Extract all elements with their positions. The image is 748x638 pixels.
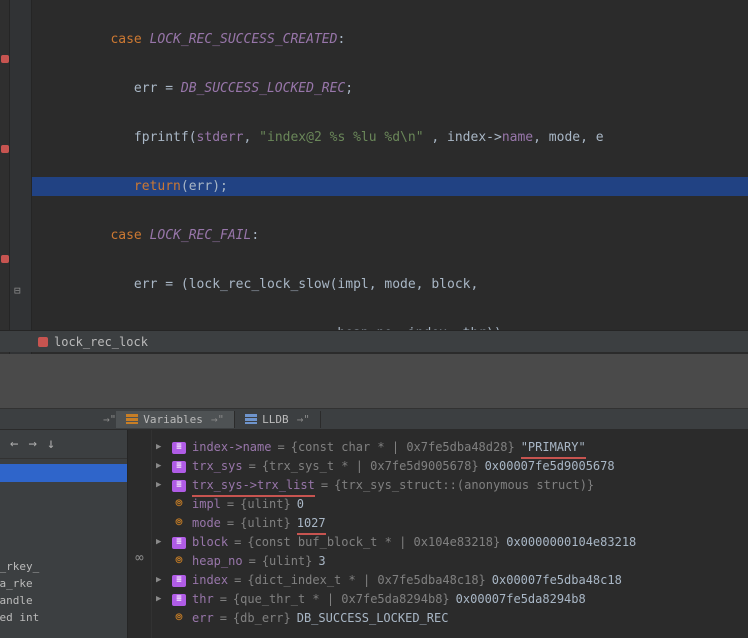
expand-icon[interactable]: ▶ — [156, 571, 166, 590]
watch-icon: ≡ — [172, 442, 186, 454]
pin-icon[interactable]: →" — [211, 413, 224, 426]
struct-icon: ≡ — [172, 594, 186, 606]
code-line: case LOCK_REC_FAIL: — [32, 226, 748, 245]
var-value: 0 — [297, 495, 304, 514]
variables-view: ∞ ▶ ≡ index->name = {const char * | 0x7f… — [128, 430, 748, 638]
debugger-tab-bar: →" Variables →" LLDB →" — [0, 408, 748, 430]
variables-side-icons: ∞ — [128, 430, 152, 638]
frame-nav-bar: ← → ↓ — [0, 430, 127, 459]
code-line: fprintf(stderr, "index@2 %s %lu %d\n" , … — [32, 128, 748, 147]
editor-area: ⊟ case LOCK_REC_SUCCESS_CREATED: err = D… — [0, 0, 748, 355]
code-line-selected: return(err); — [32, 177, 748, 196]
local-icon: ⦾ — [172, 499, 186, 511]
var-index[interactable]: ▶ ≡ index = {dict_index_t * | 0x7fe5dba4… — [156, 571, 744, 590]
nav-next-icon[interactable]: → — [28, 436, 36, 452]
pin-icon[interactable]: →" — [297, 413, 310, 426]
var-value: DB_SUCCESS_LOCKED_REC — [297, 609, 449, 628]
var-block[interactable]: ▶ ≡ block = {const buf_block_t * | 0x104… — [156, 533, 744, 552]
var-trx-sys-trx-list[interactable]: ▶ ≡ trx_sys->trx_list = {trx_sys_struct:… — [156, 476, 744, 495]
pin-arrow-icon[interactable]: →" — [103, 413, 116, 426]
local-icon: ⦾ — [172, 556, 186, 568]
nav-down-icon[interactable]: ↓ — [47, 436, 55, 452]
tab-label: Variables — [143, 413, 203, 426]
struct-icon: ≡ — [172, 575, 186, 587]
var-value: 0x00007fe5d9005678 — [485, 457, 615, 476]
expand-icon[interactable]: ▶ — [156, 438, 166, 457]
code-line: err = (lock_rec_lock_slow(impl, mode, bl… — [32, 275, 748, 294]
watch-icon: ≡ — [172, 461, 186, 473]
frame-selected[interactable] — [0, 464, 127, 482]
splitter[interactable] — [0, 354, 748, 408]
expand-icon[interactable]: ▶ — [156, 476, 166, 495]
expand-icon[interactable]: ▶ — [156, 533, 166, 552]
var-trx-sys[interactable]: ▶ ≡ trx_sys = {trx_sys_t * | 0x7fe5d9005… — [156, 457, 744, 476]
code-line: err = DB_SUCCESS_LOCKED_REC; — [32, 79, 748, 98]
debugger-panel: ← → ↓ gned int, ha_rkey_ gned long, ha_r… — [0, 430, 748, 638]
var-value: 3 — [318, 552, 325, 571]
expand-icon[interactable]: ▶ — [156, 457, 166, 476]
file-tab-label: lock_rec_lock — [54, 335, 148, 349]
var-value: 0x0000000104e83218 — [506, 533, 636, 552]
var-impl[interactable]: ⦾ impl = {ulint} 0 — [156, 495, 744, 514]
var-value: "PRIMARY" — [521, 438, 586, 457]
gutter: ⊟ — [10, 0, 32, 355]
code-line: case LOCK_REC_SUCCESS_CREATED: — [32, 30, 748, 49]
error-mark-icon — [1, 255, 9, 263]
fold-icon[interactable]: ⊟ — [14, 284, 26, 296]
variables-icon — [126, 414, 138, 424]
watch-icon: ≡ — [172, 480, 186, 492]
var-value: 0x00007fe5dba48c18 — [492, 571, 622, 590]
code-editor[interactable]: case LOCK_REC_SUCCESS_CREATED: err = DB_… — [32, 0, 748, 355]
local-icon: ⦾ — [172, 613, 186, 625]
error-stripe — [0, 0, 10, 355]
struct-icon: ≡ — [172, 537, 186, 549]
error-mark-icon — [1, 145, 9, 153]
var-heap-no[interactable]: ⦾ heap_no = {ulint} 3 — [156, 552, 744, 571]
frames-list: gned int, ha_rkey_ gned long, ha_rke ool… — [0, 558, 123, 626]
frame-item[interactable]: gned long, ha_rke — [0, 575, 123, 592]
var-index-name[interactable]: ▶ ≡ index->name = {const char * | 0x7fe5… — [156, 438, 744, 457]
frame-item[interactable]: gned int, ha_rkey_ — [0, 558, 123, 575]
frame-item[interactable]: nge*, unsigned int — [0, 609, 123, 626]
frame-item[interactable]: ool, bool) handle — [0, 592, 123, 609]
file-tab-lock-rec-lock[interactable]: lock_rec_lock — [28, 333, 158, 351]
frames-panel[interactable]: ← → ↓ gned int, ha_rkey_ gned long, ha_r… — [0, 430, 128, 638]
nav-prev-icon[interactable]: ← — [10, 436, 18, 452]
tab-label: LLDB — [262, 413, 289, 426]
var-err[interactable]: ⦾ err = {db_err} DB_SUCCESS_LOCKED_REC — [156, 609, 744, 628]
var-value: 0x00007fe5da8294b8 — [456, 590, 586, 609]
tab-lldb[interactable]: LLDB →" — [235, 411, 321, 428]
expand-icon[interactable]: ▶ — [156, 590, 166, 609]
tab-variables[interactable]: Variables →" — [116, 411, 235, 428]
error-mark-icon — [1, 55, 9, 63]
lldb-icon — [245, 414, 257, 424]
c-file-icon — [38, 337, 48, 347]
var-mode[interactable]: ⦾ mode = {ulint} 1027 — [156, 514, 744, 533]
variables-tree[interactable]: ▶ ≡ index->name = {const char * | 0x7fe5… — [152, 430, 748, 638]
link-icon[interactable]: ∞ — [128, 550, 151, 566]
var-value: 1027 — [297, 514, 326, 533]
local-icon: ⦾ — [172, 518, 186, 530]
var-thr[interactable]: ▶ ≡ thr = {que_thr_t * | 0x7fe5da8294b8}… — [156, 590, 744, 609]
file-tab-bar: lock_rec_lock — [0, 330, 748, 352]
